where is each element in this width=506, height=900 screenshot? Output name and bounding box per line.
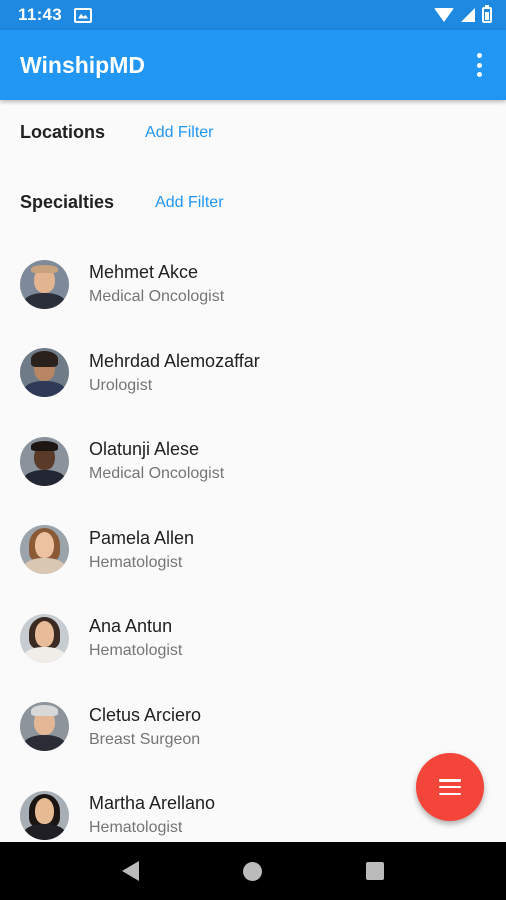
- doctor-specialty: Hematologist: [89, 819, 183, 837]
- app-bar: WinshipMD: [0, 30, 506, 100]
- doctor-name: Olatunji Alese: [89, 439, 200, 460]
- doctor-name: Mehrdad Alemozaffar: [89, 350, 260, 371]
- doctor-specialty: Hematologist: [89, 553, 183, 571]
- menu-icon: [439, 779, 461, 795]
- list-item[interactable]: Mehmet Akce Medical Oncologist: [0, 240, 506, 329]
- home-icon[interactable]: [243, 861, 262, 881]
- navigation-bar: [0, 842, 506, 900]
- app-title: WinshipMD: [20, 51, 145, 78]
- doctor-name: Pamela Allen: [89, 527, 195, 548]
- cell-signal-icon: [461, 8, 475, 22]
- list-item[interactable]: Olatunji Alese Medical Oncologist: [0, 417, 506, 506]
- doctor-specialty: Breast Surgeon: [89, 730, 201, 748]
- recents-icon[interactable]: [366, 862, 384, 880]
- avatar: [20, 525, 69, 575]
- doctor-name: Ana Antun: [89, 616, 173, 637]
- doctor-name: Cletus Arciero: [89, 704, 202, 725]
- doctor-specialty: Urologist: [89, 376, 153, 394]
- locations-label: Locations: [20, 122, 106, 142]
- list-item[interactable]: Cletus Arciero Breast Surgeon: [0, 683, 506, 772]
- back-icon[interactable]: [122, 861, 139, 881]
- status-time: 11:43: [18, 5, 63, 24]
- menu-dot: [476, 72, 482, 77]
- image-notification-icon: [74, 7, 93, 23]
- list-item[interactable]: Ana Antun Hematologist: [0, 594, 506, 683]
- avatar: [20, 702, 69, 752]
- battery-icon: [482, 5, 492, 23]
- doctor-name: Mehmet Akce: [89, 262, 199, 283]
- avatar: [20, 790, 69, 840]
- doctor-specialty: Hematologist: [89, 642, 183, 660]
- list-item[interactable]: Mehrdad Alemozaffar Urologist: [0, 329, 506, 418]
- add-specialty-filter-button[interactable]: Add Filter: [155, 194, 223, 212]
- avatar: [20, 613, 69, 663]
- menu-dot: [476, 62, 482, 68]
- add-location-filter-button[interactable]: Add Filter: [145, 124, 213, 142]
- doctor-specialty: Medical Oncologist: [89, 288, 225, 306]
- wifi-icon: [434, 8, 454, 22]
- specialties-label: Specialties: [20, 192, 115, 212]
- status-indicators: [434, 5, 492, 23]
- avatar: [20, 348, 69, 398]
- menu-dot: [476, 53, 482, 58]
- specialties-filter-row: Specialties Add Filter: [20, 192, 224, 213]
- doctor-specialty: Medical Oncologist: [89, 465, 225, 483]
- screen: 11:43 WinshipMD Locations Add Filter Spe…: [0, 0, 506, 900]
- avatar: [20, 259, 69, 309]
- doctor-name: Martha Arellano: [89, 793, 216, 814]
- locations-filter-row: Locations Add Filter: [20, 122, 213, 143]
- list-item[interactable]: Pamela Allen Hematologist: [0, 506, 506, 595]
- more-vert-icon[interactable]: [472, 53, 486, 77]
- status-bar: 11:43: [0, 0, 506, 30]
- menu-fab-button[interactable]: [416, 753, 484, 821]
- avatar: [20, 436, 69, 486]
